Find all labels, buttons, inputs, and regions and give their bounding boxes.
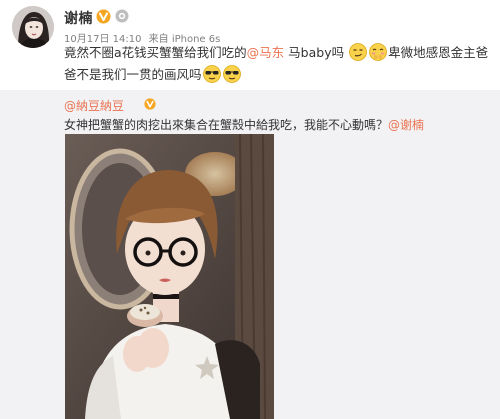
post-text-part2: 马baby吗 bbox=[284, 45, 345, 60]
weibo-post: 谢楠 10月17日 14:10 来自 iPhone 6s 竟然不圈a花钱买蟹蟹给… bbox=[0, 0, 500, 419]
repost-card[interactable]: @納豆納豆 女神把蟹蟹的肉挖出來集合在蟹殼中給我吃，我能不心動嗎？@谢楠 bbox=[0, 90, 500, 419]
verified-v-icon bbox=[144, 98, 156, 110]
repost-mention-link[interactable]: @谢楠 bbox=[388, 118, 424, 132]
verified-v-icon bbox=[96, 9, 111, 24]
repost-text: 女神把蟹蟹的肉挖出來集合在蟹殼中給我吃，我能不心動嗎？@谢楠 bbox=[64, 116, 424, 133]
sunglasses-emoji-icon bbox=[202, 65, 221, 83]
photo-woman-eating-crab-icon bbox=[65, 134, 274, 419]
profile-photo-icon bbox=[12, 6, 54, 48]
mention-link[interactable]: @马东 bbox=[247, 45, 285, 60]
avatar[interactable] bbox=[12, 6, 54, 48]
post-text-part1: 竟然不圈a花钱买蟹蟹给我们吃的 bbox=[64, 45, 247, 60]
post-text: 竟然不圈a花钱买蟹蟹给我们吃的@马东 马baby吗 卑微地感恩金主爸爸不是我们一… bbox=[64, 42, 494, 86]
repost-author[interactable]: @納豆納豆 bbox=[64, 97, 124, 114]
sunglasses-emoji-icon bbox=[222, 65, 241, 83]
repost-photo[interactable] bbox=[65, 134, 274, 419]
shy-emoji-icon bbox=[369, 43, 387, 61]
member-icon[interactable] bbox=[115, 9, 129, 23]
repost-body: 女神把蟹蟹的肉挖出來集合在蟹殼中給我吃，我能不心動嗎？ bbox=[64, 118, 389, 132]
smirk-emoji-icon bbox=[349, 43, 367, 61]
author-name[interactable]: 谢楠 bbox=[64, 8, 93, 28]
